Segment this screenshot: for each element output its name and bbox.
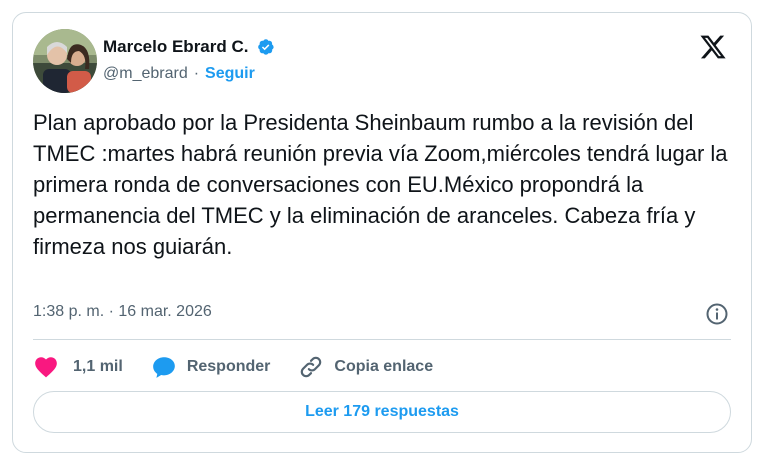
divider [33, 339, 731, 340]
tweet-card: Marcelo Ebrard C. @m_ebrard · Seguir Pla… [12, 12, 752, 453]
follow-button[interactable]: Seguir [205, 65, 255, 83]
x-logo-icon[interactable] [699, 33, 727, 61]
like-count: 1,1 mil [73, 358, 123, 375]
link-icon [301, 356, 322, 378]
copy-link-button[interactable]: Copia enlace [298, 354, 433, 380]
reply-bubble-icon [152, 357, 175, 378]
verified-badge-icon [257, 39, 274, 55]
reply-button[interactable]: Responder [151, 354, 271, 380]
tweet-text: Plan aprobado por la Presidenta Sheinbau… [33, 110, 728, 259]
tweet-timestamp[interactable]: 1:38 p. m. · 16 mar. 2026 [33, 303, 212, 321]
separator-dot: · [193, 65, 200, 82]
author-block: Marcelo Ebrard C. @m_ebrard · Seguir [103, 35, 275, 83]
read-replies-button[interactable]: Leer 179 respuestas [33, 391, 731, 433]
heart-icon [35, 357, 57, 378]
author-name[interactable]: Marcelo Ebrard C. [103, 37, 249, 57]
reply-label: Responder [186, 358, 271, 375]
author-handle[interactable]: @m_ebrard [103, 65, 188, 83]
info-icon[interactable] [705, 302, 729, 326]
avatar[interactable] [33, 29, 97, 93]
action-bar: 1,1 mil Responder Copia enlace [33, 351, 461, 383]
copy-link-label: Copia enlace [334, 358, 434, 375]
like-button[interactable]: 1,1 mil [33, 354, 123, 380]
